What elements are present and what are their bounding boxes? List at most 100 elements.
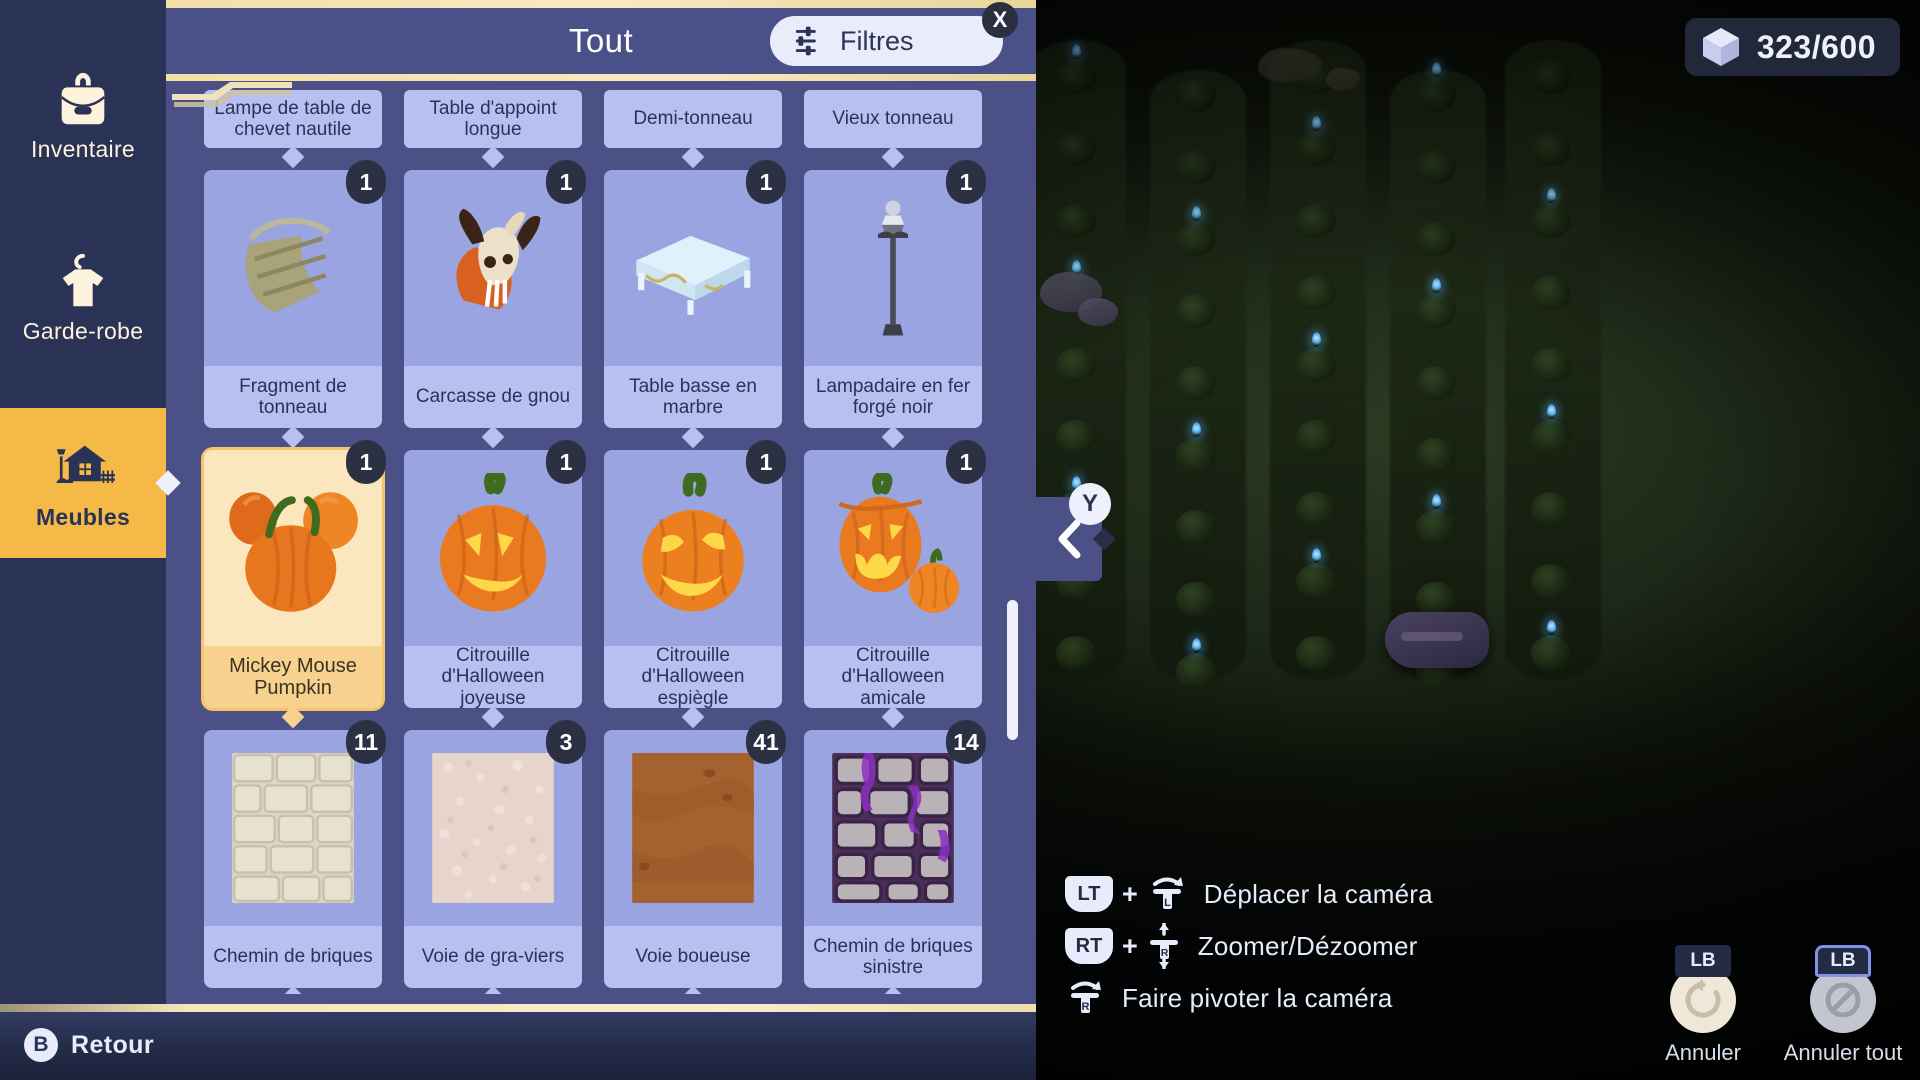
item-quantity-badge: 41 bbox=[746, 720, 786, 764]
bottom-bar bbox=[0, 1010, 1036, 1080]
undo-all-circle: LB bbox=[1810, 945, 1876, 1033]
svg-text:R: R bbox=[1082, 1001, 1090, 1013]
sidebar-item-garde-robe[interactable]: Garde-robe bbox=[0, 222, 166, 372]
house-icon bbox=[56, 445, 115, 483]
counter-value: 323/600 bbox=[1756, 28, 1876, 65]
y-button-badge[interactable]: Y bbox=[1069, 483, 1111, 525]
cube-icon bbox=[1702, 28, 1739, 66]
thumb-mud-path bbox=[632, 753, 754, 903]
item-name: Voie boueuse bbox=[635, 946, 751, 968]
item-label-chip[interactable]: Lampe de table de chevet nautile bbox=[204, 90, 382, 169]
cancel-all-icon bbox=[1825, 982, 1861, 1018]
item-pointer bbox=[881, 145, 905, 169]
item-cell[interactable]: 41 Voie boueuse bbox=[604, 720, 786, 994]
items-grid-scroll-area[interactable]: Lampe de table de chevet nautile Table d'… bbox=[166, 82, 1036, 994]
item-cell[interactable]: 1 Citrouille d'Halloween amicale bbox=[804, 440, 986, 729]
item-quantity-badge: 3 bbox=[546, 720, 586, 764]
filters-button[interactable]: Filtres bbox=[770, 16, 1003, 66]
item-name: Citrouille d'Halloween joyeuse bbox=[441, 645, 545, 709]
item-name-box: Citrouille d'Halloween espiègle bbox=[604, 645, 782, 709]
lb-tag: LB bbox=[1675, 945, 1731, 977]
undo-all-button[interactable]: LB Annuler tout bbox=[1783, 945, 1903, 1066]
item-quantity-badge: 1 bbox=[546, 160, 586, 204]
item-cell[interactable]: 1 Fragment de tonneau bbox=[204, 160, 386, 449]
undo-icon bbox=[1685, 979, 1721, 1018]
back-label: Retour bbox=[71, 1030, 154, 1059]
scrollbar-thumb[interactable] bbox=[1007, 600, 1018, 740]
plus-sign: + bbox=[1122, 878, 1138, 909]
sidebar-item-label: Garde-robe bbox=[22, 317, 144, 344]
item-name: Citrouille d'Halloween amicale bbox=[841, 645, 945, 709]
svg-text:L: L bbox=[1164, 897, 1171, 909]
thumb-sinister-brick-path bbox=[832, 753, 954, 903]
item-pointer bbox=[681, 145, 705, 169]
item-pointer bbox=[681, 705, 705, 729]
item-name-box: Citrouille d'Halloween joyeuse bbox=[404, 645, 582, 709]
item-name-box: Citrouille d'Halloween amicale bbox=[804, 645, 982, 709]
sidebar-item-label: Meubles bbox=[35, 503, 131, 530]
undo-label: Annuler bbox=[1665, 1040, 1741, 1065]
trigger-button-icon: RT bbox=[1065, 928, 1113, 964]
item-name: Table d'appoint longue bbox=[429, 97, 557, 140]
item-name-box: Chemin de briques sinistre bbox=[804, 926, 982, 988]
item-cell[interactable]: 3 Voie de gra-viers bbox=[404, 720, 586, 994]
right-stick-vertical-icon: R bbox=[1149, 923, 1178, 969]
thumb-marble-table bbox=[636, 235, 751, 315]
item-cell[interactable]: 11 Chemin de briques bbox=[204, 720, 386, 994]
plus-sign: + bbox=[1122, 930, 1138, 961]
undo-button[interactable]: LB Annuler bbox=[1644, 945, 1762, 1066]
game-screen: Inventaire Garde-robe Meubles Tout Filtr… bbox=[0, 0, 1920, 1080]
camera-hint-label: Faire pivoter la caméra bbox=[1122, 982, 1393, 1013]
item-name: Citrouille d'Halloween espiègle bbox=[641, 645, 745, 709]
sliders-icon bbox=[795, 26, 816, 56]
back-button[interactable]: B Retour bbox=[24, 1028, 154, 1062]
filters-label: Filtres bbox=[840, 25, 914, 56]
thumb-brick-path bbox=[232, 753, 354, 903]
bottom-bar-rule bbox=[0, 1004, 1036, 1012]
item-cell[interactable]: 1 Citrouille d'Halloween joyeuse bbox=[404, 440, 586, 729]
item-name-box: Mickey Mouse Pumpkin bbox=[204, 646, 382, 708]
item-quantity-badge: 1 bbox=[346, 160, 386, 204]
item-pointer bbox=[881, 705, 905, 729]
action-buttons: LB Annuler LB Annuler tout bbox=[1644, 945, 1903, 1066]
item-pointer bbox=[281, 425, 305, 449]
item-label-chip[interactable]: Vieux tonneau bbox=[804, 90, 982, 169]
item-cell[interactable]: 1 Carcasse de gnou bbox=[404, 160, 586, 449]
item-quantity-badge: 11 bbox=[346, 720, 386, 764]
collapse-panel-button[interactable]: Y bbox=[1036, 483, 1116, 581]
item-cell[interactable]: 14 Chemin de briques sinistre bbox=[804, 720, 986, 994]
item-label-chip[interactable]: Table d'appoint longue bbox=[404, 90, 582, 169]
hanger-shirt-icon bbox=[62, 253, 104, 306]
item-label-chip[interactable]: Demi-tonneau bbox=[604, 90, 782, 169]
item-cell[interactable]: 1 Mickey Mouse Pumpkin bbox=[204, 440, 386, 729]
undo-all-label: Annuler tout bbox=[1783, 1040, 1903, 1065]
item-name: Lampadaire en fer forgé noir bbox=[815, 375, 971, 418]
camera-hint-label: Déplacer la caméra bbox=[1203, 878, 1433, 909]
item-pointer bbox=[481, 145, 505, 169]
item-name-box: Chemin de briques bbox=[204, 926, 382, 988]
camera-hint-row: RT + R Zoomer/Dézoomer bbox=[1065, 920, 1433, 972]
item-quantity-badge: 1 bbox=[746, 160, 786, 204]
panel-header-rule bbox=[166, 74, 1036, 81]
sidebar-item-inventaire[interactable]: Inventaire bbox=[0, 40, 166, 190]
item-pointer bbox=[281, 705, 305, 729]
item-quantity-badge: 1 bbox=[946, 440, 986, 484]
thumb-gnu-skull bbox=[456, 208, 541, 310]
left-stick-rotate-icon: L bbox=[1152, 877, 1183, 909]
thumb-jack-o-lantern-mischievous bbox=[642, 473, 744, 612]
item-cell[interactable]: 1 Citrouille d'Halloween espiègle bbox=[604, 440, 786, 729]
thumb-barrel-fragment bbox=[245, 217, 331, 313]
page-title: Tout bbox=[568, 22, 634, 59]
trigger-button-icon: LT bbox=[1065, 876, 1113, 912]
close-icon[interactable]: X bbox=[982, 2, 1018, 38]
item-name-box: Table basse en marbre bbox=[604, 366, 782, 428]
item-pointer bbox=[881, 425, 905, 449]
sidebar-item-meubles[interactable]: Meubles bbox=[0, 408, 181, 558]
item-cell[interactable]: 1 Table basse en marbre bbox=[604, 160, 786, 449]
item-name-box: Voie de gra-viers bbox=[404, 926, 582, 988]
item-name: Carcasse de gnou bbox=[415, 386, 571, 408]
camera-hint-row: R Faire pivoter la caméra bbox=[1065, 972, 1433, 1024]
furniture-counter: 323/600 bbox=[1684, 18, 1900, 76]
item-cell[interactable]: 1 Lampadaire en fer forgé noir bbox=[804, 160, 986, 449]
thumb-street-lamp bbox=[878, 200, 908, 336]
